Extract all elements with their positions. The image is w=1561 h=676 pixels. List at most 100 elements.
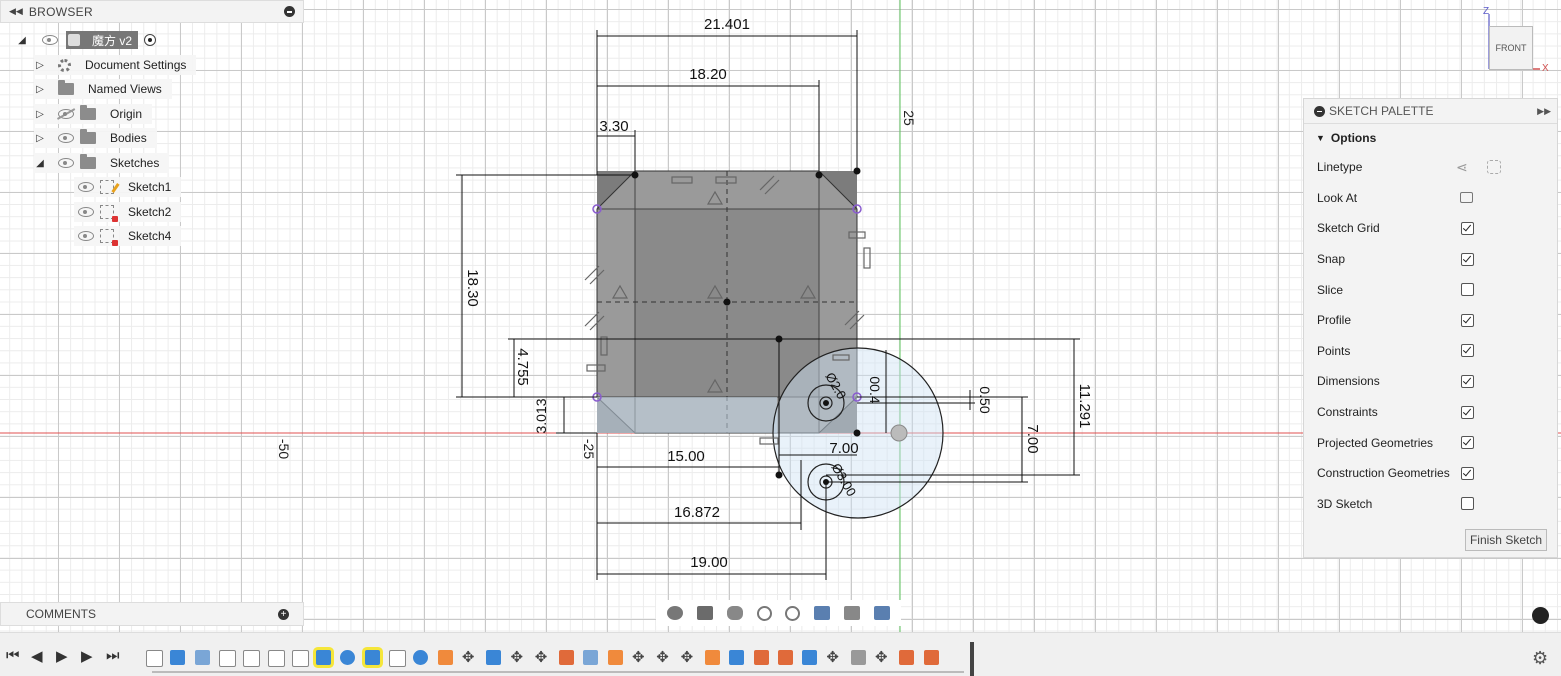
dim-21401[interactable]: 21.401 <box>704 16 750 33</box>
sketch-item-sketch1[interactable]: Sketch1 <box>74 177 182 197</box>
dim-3013[interactable]: 3.013 <box>533 398 549 433</box>
browser-root[interactable]: ◢ 魔方 v2 <box>16 30 166 50</box>
timeline-feature-icon[interactable]: ✥ <box>656 650 671 665</box>
palette-row-slice[interactable]: Slice <box>1304 274 1557 305</box>
timeline-feature-icon[interactable] <box>218 650 236 667</box>
browser-item-bodies[interactable]: ▷ Bodies <box>34 128 157 148</box>
look-at-nav-icon[interactable] <box>696 606 713 620</box>
points-checkbox[interactable] <box>1461 344 1474 358</box>
dim-1900[interactable]: 19.00 <box>690 554 728 571</box>
timeline-feature-icon[interactable] <box>729 650 745 665</box>
browser-item-sketches[interactable]: ◢ Sketches <box>34 153 170 173</box>
timeline-settings-gear-icon[interactable]: ⚙ <box>1532 648 1548 669</box>
grid-settings-icon[interactable] <box>844 606 861 620</box>
palette-row-projected-geometries[interactable]: Projected Geometries <box>1304 427 1557 458</box>
palette-row-constraints[interactable]: Constraints <box>1304 397 1557 428</box>
first-icon[interactable]: ⏮ <box>6 647 20 664</box>
palette-row-3d-sketch[interactable]: 3D Sketch <box>1304 489 1557 520</box>
timeline-feature-icon[interactable] <box>316 650 332 665</box>
root-label-box[interactable]: 魔方 v2 <box>66 31 139 49</box>
timeline-feature-icon[interactable] <box>170 650 186 665</box>
timeline-feature-icon[interactable]: ✥ <box>681 650 696 665</box>
palette-row-profile[interactable]: Profile <box>1304 305 1557 336</box>
timeline-feature-icon[interactable] <box>850 650 866 665</box>
3d-sketch-checkbox[interactable] <box>1461 497 1474 511</box>
timeline-feature-icon[interactable]: ✥ <box>511 650 526 665</box>
dimensions-checkbox[interactable] <box>1461 374 1474 388</box>
construction-geometries-checkbox[interactable] <box>1461 466 1474 480</box>
play-icon[interactable]: ▶ <box>56 647 68 665</box>
palette-row-construction-geometries[interactable]: Construction Geometries <box>1304 458 1557 489</box>
dim-11291[interactable]: 11.291 <box>1076 384 1093 429</box>
timeline-feature-icon[interactable] <box>802 650 818 665</box>
constraints-checkbox[interactable] <box>1461 405 1474 419</box>
timeline-feature-icon[interactable] <box>194 650 210 665</box>
palette-row-snap[interactable]: Snap <box>1304 244 1557 275</box>
expand-right-icon[interactable]: ▶▶ <box>1537 106 1551 117</box>
timeline-feature-icon[interactable]: ✥ <box>632 650 647 665</box>
timeline-feature-icon[interactable]: ✥ <box>462 650 477 665</box>
snap-checkbox[interactable] <box>1461 252 1474 266</box>
palette-header[interactable]: SKETCH PALETTE ▶▶ <box>1304 99 1557 124</box>
prev-icon[interactable]: ◀ <box>31 647 43 665</box>
collapsed-triangle-icon[interactable]: ▷ <box>34 109 46 120</box>
linetype-construction-icon[interactable]: ⋖ <box>1456 160 1470 174</box>
eye-icon[interactable] <box>78 207 94 217</box>
timeline-feature-icon[interactable] <box>753 650 769 665</box>
dim-700-a[interactable]: 7.00 <box>829 440 858 457</box>
projected-geometries-checkbox[interactable] <box>1461 436 1474 450</box>
expanded-triangle-icon[interactable]: ◢ <box>34 158 46 169</box>
timeline-feature-icon[interactable]: ✥ <box>535 650 550 665</box>
linetype-centerline-icon[interactable] <box>1487 160 1501 174</box>
timeline-feature-icon[interactable] <box>146 650 163 667</box>
finish-sketch-button[interactable]: Finish Sketch <box>1464 529 1547 551</box>
center-point[interactable] <box>723 298 731 306</box>
palette-row-dimensions[interactable]: Dimensions <box>1304 366 1557 397</box>
timeline-feature-icon[interactable] <box>291 650 309 667</box>
orbit-icon[interactable] <box>666 606 683 620</box>
timeline-feature-icon[interactable] <box>267 650 285 667</box>
collapsed-triangle-icon[interactable]: ▷ <box>34 133 46 144</box>
timeline-feature-icon[interactable] <box>437 650 453 665</box>
comment-bubble-icon[interactable] <box>1532 607 1549 624</box>
comments-panel[interactable]: COMMENTS + <box>0 602 304 626</box>
timeline-feature-icon[interactable] <box>583 650 599 665</box>
dim-700-b[interactable]: 7.00 <box>1024 424 1041 453</box>
eye-icon[interactable] <box>78 182 94 192</box>
dim-4755[interactable]: 4.755 <box>514 348 531 386</box>
collapse-triangle-icon[interactable]: ▼ <box>1316 133 1325 143</box>
eye-icon[interactable] <box>78 231 94 241</box>
collapsed-triangle-icon[interactable]: ▷ <box>34 84 46 95</box>
dim-050[interactable]: 0.50 <box>977 386 993 413</box>
dim-1830[interactable]: 18.30 <box>464 269 481 307</box>
timeline-feature-icon[interactable] <box>777 650 793 665</box>
palette-row-sketch-grid[interactable]: Sketch Grid <box>1304 213 1557 244</box>
last-icon[interactable]: ⏭ <box>106 647 120 664</box>
timeline-feature-icon[interactable] <box>389 650 406 667</box>
timeline-feature-icon[interactable] <box>899 650 915 665</box>
browser-item-named-views[interactable]: ▷ Named Views <box>34 79 172 99</box>
timeline-feature-icon[interactable] <box>923 650 939 665</box>
eye-icon[interactable] <box>58 133 74 143</box>
zoom-icon[interactable] <box>756 605 772 621</box>
timeline-marker[interactable] <box>970 642 974 676</box>
eye-icon[interactable] <box>42 35 58 45</box>
display-settings-icon[interactable] <box>814 606 831 620</box>
eye-hidden-icon[interactable] <box>58 109 74 119</box>
add-comment-icon[interactable]: + <box>278 608 289 620</box>
viewcube[interactable]: Z X FRONT <box>1483 6 1556 78</box>
timeline-feature-icon[interactable]: ✥ <box>875 650 890 665</box>
dim-330[interactable]: 3.30 <box>599 118 628 135</box>
collapsed-triangle-icon[interactable]: ▷ <box>34 60 46 71</box>
dim-004[interactable]: 00.4 <box>867 376 883 403</box>
eye-icon[interactable] <box>58 158 74 168</box>
browser-item-origin[interactable]: ▷ Origin <box>34 104 153 124</box>
activate-radio-icon[interactable] <box>144 34 157 46</box>
pan-hand-icon[interactable] <box>726 606 743 620</box>
next-icon[interactable]: ▶ <box>81 647 93 665</box>
collapse-left-icon[interactable]: ◀◀ <box>9 6 23 17</box>
timeline-feature-icon[interactable] <box>704 650 720 665</box>
browser-minimize-icon[interactable] <box>284 6 295 17</box>
palette-row-points[interactable]: Points <box>1304 336 1557 367</box>
sketch-item-sketch2[interactable]: Sketch2 <box>74 202 182 222</box>
